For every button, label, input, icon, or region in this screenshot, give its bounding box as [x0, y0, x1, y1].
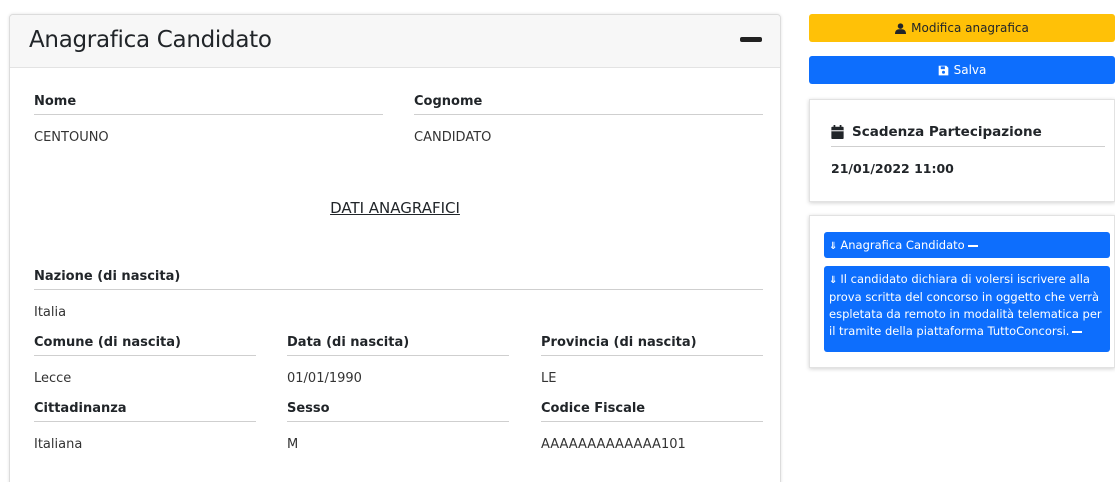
nazione-label: Nazione (di nascita): [34, 269, 763, 290]
section-title: DATI ANAGRAFICI: [10, 199, 780, 217]
chevron-double-down-icon: ⇓: [829, 275, 838, 286]
deadline-title: Scadenza Partecipazione: [831, 124, 1105, 147]
cognome-label: Cognome: [414, 94, 763, 115]
nome-value: CENTOUNO: [34, 130, 109, 145]
save-label: Salva: [953, 63, 987, 77]
nazione-value: Italia: [34, 305, 67, 320]
edit-anagrafica-label: Modifica anagrafica: [911, 21, 1029, 35]
chevron-double-down-icon: ⇓: [829, 241, 838, 252]
info-chip-anagrafica[interactable]: ⇓ Anagrafica Candidato: [824, 232, 1110, 258]
cittadinanza-value: Italiana: [34, 437, 83, 452]
info-chip-dichiarazione[interactable]: ⇓ Il candidato dichiara di volersi iscriv…: [824, 266, 1110, 352]
deadline-card: Scadenza Partecipazione 21/01/2022 11:00: [809, 99, 1115, 202]
deadline-title-text: Scadenza Partecipazione: [852, 124, 1042, 140]
comune-value: Lecce: [34, 371, 72, 386]
page-title: Anagrafica Candidato: [29, 27, 272, 53]
provincia-label: Provincia (di nascita): [541, 335, 763, 356]
card-header: Anagrafica Candidato: [10, 15, 780, 68]
cognome-value: CANDIDATO: [414, 130, 492, 145]
comune-label: Comune (di nascita): [34, 335, 256, 356]
codice-fiscale-value: AAAAAAAAAAAAA101: [541, 437, 686, 452]
codice-fiscale-label: Codice Fiscale: [541, 401, 763, 422]
deadline-value: 21/01/2022 11:00: [831, 161, 954, 176]
sesso-label: Sesso: [287, 401, 509, 422]
minus-icon: [1072, 330, 1083, 333]
cittadinanza-label: Cittadinanza: [34, 401, 256, 422]
edit-anagrafica-button[interactable]: Modifica anagrafica: [809, 14, 1115, 42]
save-button[interactable]: Salva: [809, 56, 1115, 84]
nome-label: Nome: [34, 94, 383, 115]
data-label: Data (di nascita): [287, 335, 509, 356]
info-card: ⇓ Anagrafica Candidato ⇓ Il candidato dich…: [809, 215, 1115, 368]
provincia-value: LE: [541, 371, 557, 386]
save-icon: [938, 65, 948, 75]
data-value: 01/01/1990: [287, 371, 362, 386]
sesso-value: M: [287, 437, 299, 452]
minus-icon: [967, 244, 978, 247]
anagrafica-card: Anagrafica Candidato Nome CENTOUNO Cogno…: [9, 14, 781, 482]
user-icon: [895, 22, 907, 34]
info-chip-dichiarazione-text: Il candidato dichiara di volersi iscrive…: [829, 272, 1102, 338]
section-title-text: DATI ANAGRAFICI: [330, 199, 460, 217]
calendar-icon: [831, 125, 844, 139]
info-chip-anagrafica-text: Anagrafica Candidato: [840, 238, 965, 252]
collapse-icon[interactable]: [740, 37, 762, 42]
